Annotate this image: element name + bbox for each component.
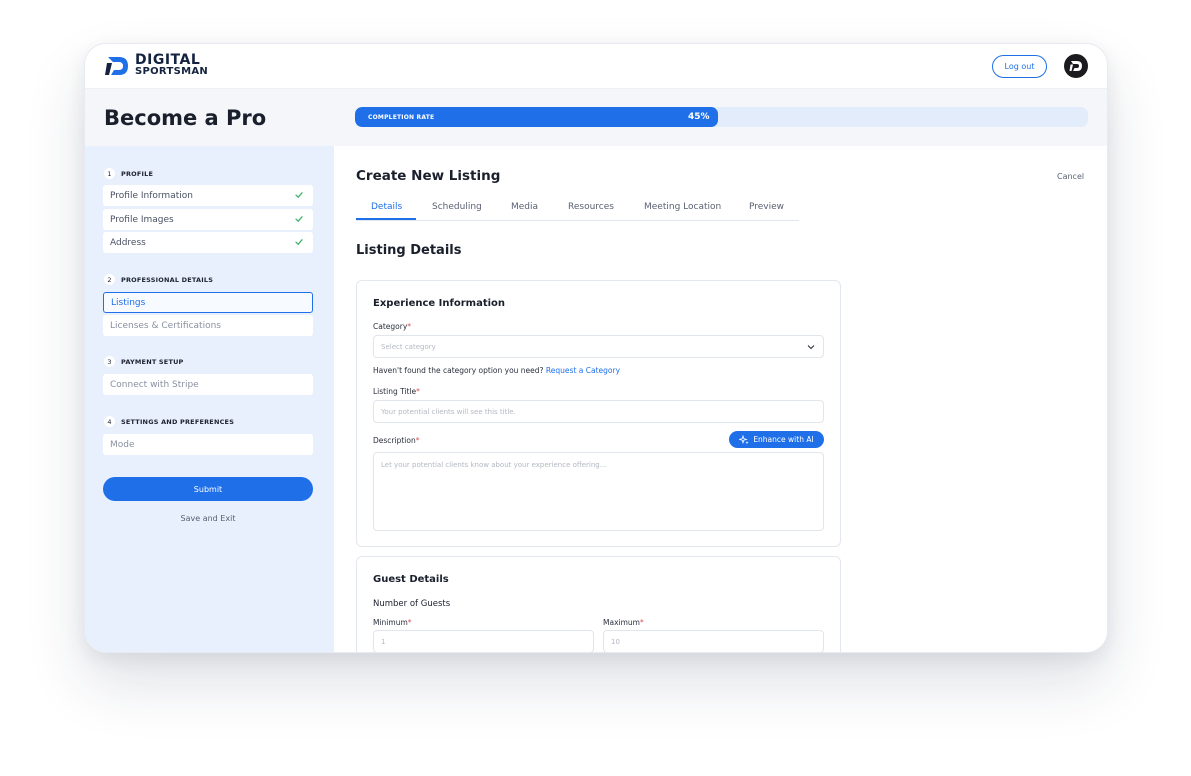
sidebar-item-connect-stripe[interactable]: Connect with Stripe [103, 374, 313, 395]
listing-details-heading: Listing Details [356, 243, 462, 258]
sidebar-item-label: Listings [111, 297, 146, 308]
required-mark: * [639, 618, 644, 627]
card-title: Guest Details [373, 574, 449, 585]
brand-logo[interactable]: DIGITAL SPORTSMAN [105, 52, 209, 78]
request-category-link[interactable]: Request a Category [546, 366, 620, 375]
tab-resources[interactable]: Resources [568, 202, 614, 212]
sidebar-item-label: Profile Images [110, 214, 174, 225]
sidebar-item-address[interactable]: Address [103, 232, 313, 253]
sidebar-item-label: Mode [110, 439, 135, 450]
card-title: Experience Information [373, 298, 506, 309]
guest-details-card: Guest Details Number of Guests Minimum* … [356, 556, 841, 652]
description-textarea[interactable]: Let your potential clients know about yo… [373, 452, 824, 531]
enhance-with-ai-button[interactable]: Enhance with AI [729, 431, 824, 448]
sidebar-item-label: Connect with Stripe [110, 379, 199, 390]
active-tab-indicator [356, 218, 416, 220]
sidebar-item-profile-images[interactable]: Profile Images [103, 209, 313, 230]
maximum-placeholder: 10 [611, 637, 620, 646]
listing-title-placeholder: Your potential clients will see this tit… [381, 407, 516, 416]
category-label-text: Category [373, 322, 408, 331]
listing-heading: Create New Listing [356, 168, 501, 184]
step-number: 2 [104, 274, 115, 285]
section-title: SETTINGS AND PREFERENCES [121, 417, 235, 426]
check-icon [295, 216, 303, 223]
listing-title-input[interactable]: Your potential clients will see this tit… [373, 400, 824, 423]
section-professional-details: 2 PROFESSIONAL DETAILS [104, 274, 213, 285]
brand-wordmark: DIGITAL SPORTSMAN [135, 52, 209, 77]
avatar[interactable] [1064, 54, 1088, 78]
category-select[interactable]: Select category [373, 335, 824, 358]
minimum-placeholder: 1 [381, 637, 386, 646]
required-mark: * [416, 387, 420, 396]
required-mark: * [415, 436, 420, 445]
minimum-label-text: Minimum [373, 618, 408, 627]
tab-media[interactable]: Media [511, 202, 538, 212]
section-title: PROFILE [121, 169, 154, 178]
category-placeholder: Select category [381, 342, 436, 351]
avatar-logo-icon [1069, 61, 1082, 71]
tab-preview[interactable]: Preview [749, 202, 784, 212]
number-of-guests-label: Number of Guests [373, 599, 451, 609]
check-icon [295, 192, 303, 199]
sparkle-icon [739, 434, 749, 444]
maximum-label-text: Maximum [603, 618, 640, 627]
progress-value: 45% [688, 112, 710, 122]
description-placeholder: Let your potential clients know about yo… [381, 461, 607, 469]
section-title: PROFESSIONAL DETAILS [121, 275, 214, 284]
category-hint-text: Haven't found the category option you ne… [373, 366, 544, 375]
tab-meeting-location[interactable]: Meeting Location [644, 202, 721, 212]
minimum-guests-input[interactable]: 1 [373, 630, 594, 652]
sidebar-item-label: Licenses & Certifications [110, 320, 221, 331]
description-label: Description* [373, 436, 419, 445]
submit-button[interactable]: Submit [103, 477, 313, 501]
category-hint: Haven't found the category option you ne… [373, 366, 620, 375]
tab-scheduling[interactable]: Scheduling [432, 202, 482, 212]
sidebar-item-label: Profile Information [110, 190, 193, 201]
sidebar-item-listings[interactable]: Listings [103, 292, 313, 313]
section-profile: 1 PROFILE [104, 168, 153, 179]
chevron-down-icon [807, 345, 815, 350]
category-label: Category* [373, 322, 411, 331]
section-settings-preferences: 4 SETTINGS AND PREFERENCES [104, 416, 234, 427]
listing-tabs: Details Scheduling Media Resources Meeti… [356, 194, 799, 221]
required-mark: * [407, 322, 412, 331]
maximum-guests-input[interactable]: 10 [603, 630, 824, 652]
minimum-label: Minimum* [373, 618, 412, 627]
brand-line-1: DIGITAL [135, 52, 201, 68]
top-bar: DIGITAL SPORTSMAN Log out [85, 44, 1107, 89]
tab-details[interactable]: Details [371, 202, 402, 212]
save-and-exit-link[interactable]: Save and Exit [103, 514, 313, 523]
required-mark: * [407, 618, 412, 627]
experience-information-card: Experience Information Category* Select … [356, 280, 841, 547]
completion-progress-bar: COMPLETION RATE 45% [355, 107, 1088, 127]
check-icon [295, 239, 303, 246]
listing-title-label-text: Listing Title [373, 387, 417, 396]
progress-label: COMPLETION RATE [368, 114, 435, 121]
description-label-text: Description [373, 436, 416, 445]
logout-button[interactable]: Log out [992, 55, 1047, 78]
cancel-link[interactable]: Cancel [1057, 172, 1084, 181]
page-title: Become a Pro [104, 106, 267, 130]
sidebar-item-licenses[interactable]: Licenses & Certifications [103, 315, 313, 336]
logo-icon [105, 57, 128, 75]
maximum-label: Maximum* [603, 618, 644, 627]
sidebar-item-profile-information[interactable]: Profile Information [103, 185, 313, 206]
app-window: DIGITAL SPORTSMAN Log out Become a Pro C… [84, 43, 1108, 653]
section-title: PAYMENT SETUP [121, 357, 184, 366]
step-number: 1 [104, 168, 115, 179]
listing-title-label: Listing Title* [373, 387, 420, 396]
step-number: 3 [104, 356, 115, 367]
sidebar-item-label: Address [110, 237, 146, 248]
ai-button-label: Enhance with AI [753, 435, 814, 444]
brand-line-2: SPORTSMAN [135, 66, 209, 77]
section-payment-setup: 3 PAYMENT SETUP [104, 356, 184, 367]
step-number: 4 [104, 416, 115, 427]
sidebar-item-mode[interactable]: Mode [103, 434, 313, 455]
